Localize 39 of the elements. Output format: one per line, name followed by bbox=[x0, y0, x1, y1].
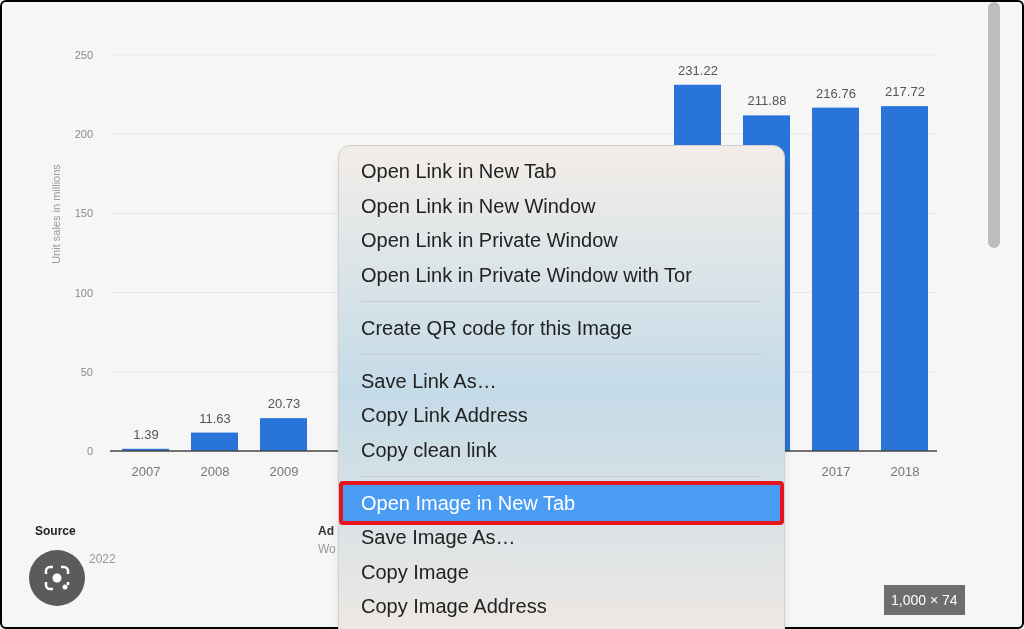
visual-search-button[interactable] bbox=[29, 550, 85, 606]
menu-item[interactable]: Open Link in Private Window with Tor bbox=[339, 257, 784, 292]
x-tick-label: 2007 bbox=[131, 464, 161, 479]
lens-icon bbox=[43, 564, 71, 592]
info-label: Ad bbox=[318, 523, 335, 540]
source-label: Source bbox=[35, 523, 77, 540]
value-label: 217.72 bbox=[885, 84, 925, 100]
menu-item[interactable]: Copy Image Address bbox=[339, 589, 784, 624]
x-tick-label: 2008 bbox=[200, 464, 230, 479]
menu-item[interactable]: Open Link in Private Window bbox=[339, 223, 784, 258]
menu-item[interactable]: Save Link As… bbox=[339, 363, 784, 398]
menu-item[interactable]: Copy clean link bbox=[339, 432, 784, 467]
menu-item[interactable]: Copy Image bbox=[339, 554, 784, 589]
x-tick-label: 2018 bbox=[890, 464, 920, 479]
value-label: 211.88 bbox=[747, 93, 787, 109]
value-label: 1.39 bbox=[133, 426, 159, 442]
menu-item[interactable]: Copy Link Address bbox=[339, 398, 784, 433]
y-tick-label: 200 bbox=[74, 128, 93, 141]
y-tick-label: 250 bbox=[74, 49, 93, 61]
image-size-badge: 1,000 × 74 bbox=[884, 585, 965, 615]
y-tick-label: 50 bbox=[80, 365, 93, 378]
value-label: 20.73 bbox=[267, 396, 301, 412]
menu-item[interactable]: Open Link in New Tab bbox=[339, 154, 784, 189]
value-label: 11.63 bbox=[199, 410, 231, 426]
y-tick-label: 100 bbox=[74, 286, 93, 299]
source-year: 2022 bbox=[89, 551, 117, 568]
x-tick-label: 2017 bbox=[821, 464, 851, 479]
y-axis-title: Unit sales in millions bbox=[50, 164, 62, 264]
y-tick-label: 0 bbox=[86, 445, 93, 457]
value-label: 216.76 bbox=[816, 85, 856, 101]
menu-item[interactable]: Create QR code for this Image bbox=[339, 310, 784, 345]
bar bbox=[260, 418, 307, 451]
value-label: 231.22 bbox=[678, 62, 718, 78]
bar bbox=[122, 448, 169, 451]
x-tick-label: 2009 bbox=[269, 464, 299, 479]
menu-item[interactable]: Open Link in New Window bbox=[339, 188, 784, 223]
info-subtext: Wo bbox=[318, 541, 336, 558]
y-tick-label: 150 bbox=[74, 207, 93, 220]
scrollbar-thumb[interactable] bbox=[988, 2, 1000, 248]
